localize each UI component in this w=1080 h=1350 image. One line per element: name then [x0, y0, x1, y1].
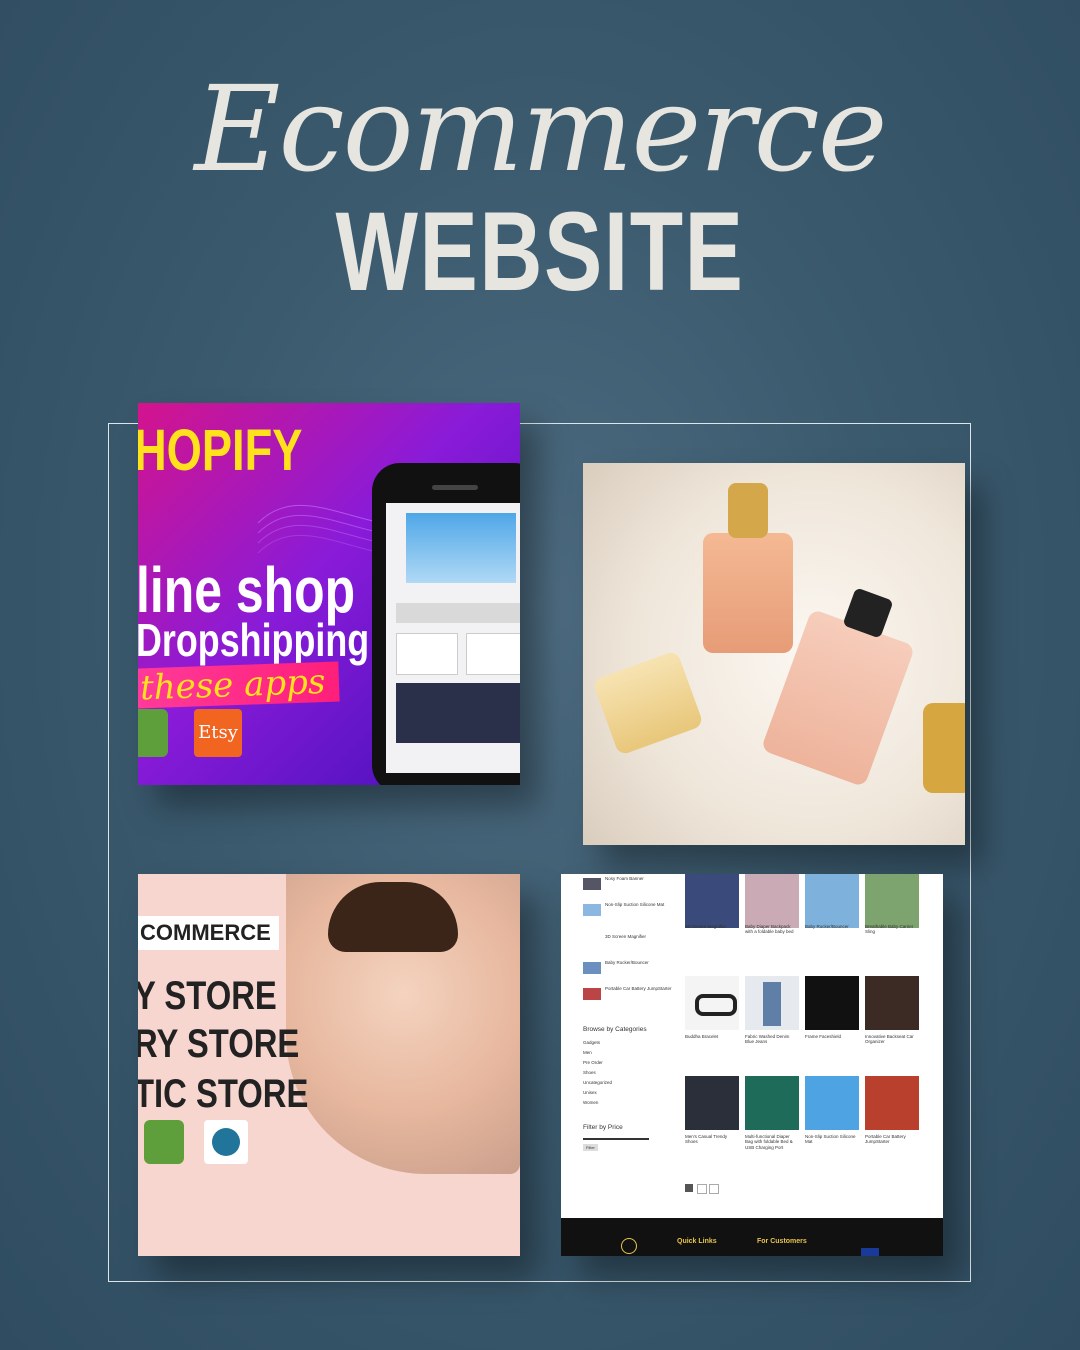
product-image[interactable] — [685, 1076, 739, 1130]
product-image[interactable] — [685, 874, 739, 928]
page-button[interactable] — [685, 1184, 693, 1192]
product-name[interactable]: Portable Car Battery JumpStarter — [865, 1134, 919, 1145]
product-image[interactable] — [745, 976, 799, 1030]
site-footer: Quick Links For Customers — [561, 1218, 943, 1256]
commerce-label: COMMERCE — [138, 916, 279, 950]
filter-button[interactable]: Filter — [583, 1144, 598, 1151]
beauty-store-card: COMMERCE Y STORE RY STORE TIC STORE — [138, 874, 520, 1256]
product-image[interactable] — [745, 874, 799, 928]
product-name[interactable]: Frame Faceshield — [805, 1034, 859, 1039]
title-main: WEBSITE — [335, 189, 745, 314]
shopify-icon — [138, 709, 168, 757]
categories-title: Browse by Categories — [583, 1026, 647, 1033]
product-name[interactable]: Fabric Washed Denim Blue Jeans — [745, 1034, 799, 1045]
title-script: Ecommerce — [194, 60, 887, 198]
product-name[interactable]: Men's Casual Trendy Shoes — [685, 1134, 739, 1145]
category-link[interactable]: Unisex — [583, 1090, 597, 1095]
category-link[interactable]: Women — [583, 1100, 598, 1105]
shopify-icon — [144, 1120, 184, 1164]
category-link[interactable]: Pre Order — [583, 1060, 603, 1065]
wordpress-icon — [204, 1120, 248, 1164]
product-name[interactable]: Baby Diaper Backpack with a foldable bab… — [745, 924, 799, 935]
product-image[interactable] — [805, 1076, 859, 1130]
perfume-photo — [583, 463, 965, 845]
store-line-3: TIC STORE — [138, 1072, 309, 1116]
sidebar-product[interactable]: Portable Car Battery JumpStarter — [605, 986, 672, 991]
website-screenshot: Nosy Foam Banner Non-Slip Suction Silico… — [561, 874, 943, 1256]
product-image[interactable] — [865, 976, 919, 1030]
product-image[interactable] — [685, 976, 739, 1030]
product-name[interactable]: 3D Screen Magnifier — [685, 924, 739, 929]
bottle-cap — [728, 483, 768, 538]
store-line-2: RY STORE — [138, 1022, 300, 1066]
shopify-heading: HOPIFY — [138, 418, 303, 483]
product-image[interactable] — [865, 1076, 919, 1130]
product-image[interactable] — [745, 1076, 799, 1130]
sidebar-product[interactable]: Non-Slip Suction Silicone Mat — [605, 902, 664, 907]
perfume-bottle — [592, 650, 704, 756]
etsy-icon: Etsy — [194, 709, 242, 757]
product-image[interactable] — [865, 874, 919, 928]
page-button[interactable] — [709, 1184, 719, 1194]
product-name[interactable]: Baby Rocker/Bouncer — [805, 924, 859, 929]
these-apps-text: these apps — [138, 661, 340, 709]
page-button[interactable] — [697, 1184, 707, 1194]
sidebar-product[interactable]: Baby Rocker/Bouncer — [605, 960, 649, 965]
product-name[interactable]: Non-Slip Suction Silicone Mat — [805, 1134, 859, 1145]
dropshipping-text: Dropshipping — [138, 614, 370, 666]
footer-quick-links[interactable]: Quick Links — [677, 1238, 717, 1245]
logo-icon — [621, 1238, 637, 1254]
sidebar-product[interactable]: 3D Screen Magnifier — [605, 934, 646, 939]
product-name[interactable]: Buddha Bracelet — [685, 1034, 739, 1039]
category-link[interactable]: Gadgets — [583, 1040, 600, 1045]
category-link[interactable]: Men — [583, 1050, 592, 1055]
filter-title: Filter by Price — [583, 1124, 623, 1131]
category-link[interactable]: Shoes — [583, 1070, 596, 1075]
perfume-bottle — [923, 703, 965, 793]
product-name[interactable]: Multi-functional Diaper Bag with foldabl… — [745, 1134, 799, 1150]
product-image[interactable] — [805, 874, 859, 928]
footer-for-customers[interactable]: For Customers — [757, 1238, 807, 1245]
store-line-1: Y STORE — [138, 974, 277, 1018]
shopify-promo-card: HOPIFY line shop Dropshipping these apps… — [138, 403, 520, 785]
product-image[interactable] — [805, 976, 859, 1030]
sidebar-product[interactable]: Nosy Foam Banner — [605, 876, 644, 881]
product-name[interactable]: Breathable Baby Carrier Sling — [865, 924, 919, 935]
phone-mockup — [372, 463, 520, 785]
price-slider[interactable] — [583, 1138, 649, 1140]
badge-icon — [861, 1248, 879, 1256]
category-link[interactable]: Uncategorized — [583, 1080, 612, 1085]
perfume-bottle — [703, 533, 793, 653]
product-name[interactable]: Innovative Backseat Car Organizer — [865, 1034, 919, 1045]
